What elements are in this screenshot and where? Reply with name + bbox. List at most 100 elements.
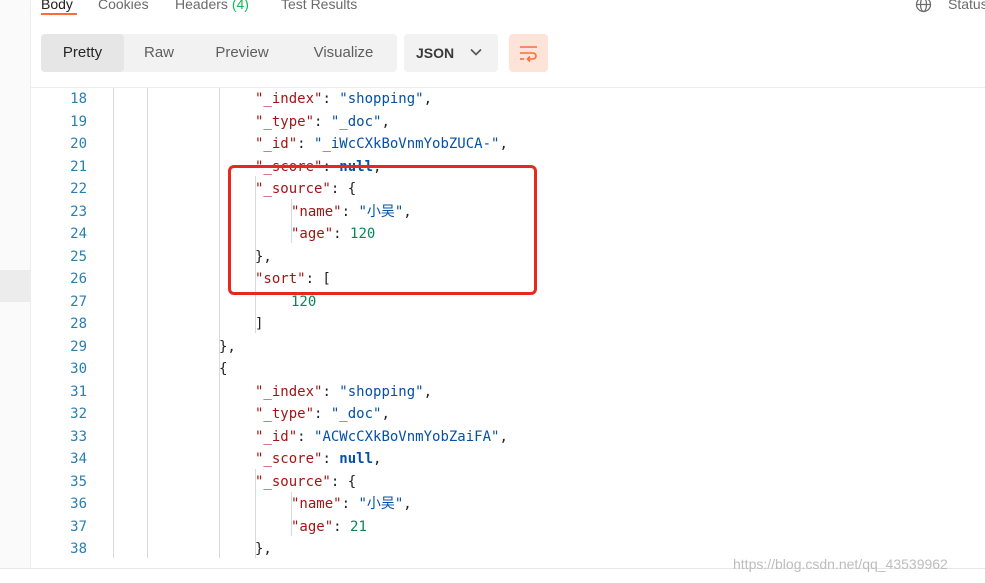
tab-headers-label: Headers <box>175 0 228 12</box>
code-text: "_type": "_doc", <box>255 403 390 426</box>
line-number: 36 <box>70 496 87 512</box>
view-mode-selector: Pretty Raw Preview Visualize <box>41 34 397 72</box>
tab-test-results[interactable]: Test Results <box>281 0 357 12</box>
json-punctuation: : <box>322 383 340 400</box>
json-string: "_doc" <box>330 113 382 130</box>
code-line: 20 "_id": "_iWcCXkBoVnmYobZUCA-", <box>31 133 985 156</box>
code-text: "name": "小吴", <box>291 493 412 516</box>
code-line: 33 "_id": "ACWcCXkBoVnmYobZaiFA", <box>31 426 985 449</box>
tab-body[interactable]: Body <box>41 0 73 12</box>
json-punctuation: , <box>373 451 382 467</box>
json-punctuation: , <box>381 406 390 422</box>
headers-count-badge: (4) <box>231 0 249 12</box>
json-punctuation: : <box>333 518 351 535</box>
line-number: 30 <box>70 361 87 377</box>
json-number: 21 <box>350 518 367 535</box>
code-line: 18 "_index": "shopping", <box>31 88 985 111</box>
json-string: "shopping" <box>339 383 424 400</box>
response-status-label: Status <box>948 0 985 12</box>
json-key: "_index" <box>255 91 323 107</box>
code-line: 35 "_source": { <box>31 471 985 494</box>
line-number: 35 <box>70 473 87 490</box>
red-highlight-box <box>228 165 537 295</box>
json-key: "_type" <box>255 113 315 130</box>
code-text: { <box>219 358 227 381</box>
line-number: 22 <box>70 181 87 197</box>
code-line: 32 "_type": "_doc", <box>31 403 985 426</box>
json-punctuation: : <box>314 113 331 130</box>
code-line: 28] <box>31 313 985 336</box>
tab-headers[interactable]: Headers (4) <box>175 0 249 12</box>
wrap-lines-button[interactable] <box>509 34 548 72</box>
json-punctuation: : <box>314 406 331 422</box>
json-string: "shopping" <box>339 91 424 107</box>
tab-cookies[interactable]: Cookies <box>98 0 149 12</box>
code-line: 29}, <box>31 336 985 359</box>
sidebar-selected-marker <box>0 270 31 302</box>
json-punctuation: , <box>403 496 412 512</box>
view-preview-button[interactable]: Preview <box>194 34 290 72</box>
code-line: 37 "age": 21 <box>31 516 985 539</box>
code-line: 31 "_index": "shopping", <box>31 381 985 404</box>
code-text: "_index": "shopping", <box>255 88 432 111</box>
line-number: 38 <box>70 541 87 557</box>
line-number: 27 <box>70 293 87 310</box>
code-text: "_type": "_doc", <box>255 111 390 134</box>
json-punctuation: : <box>297 136 315 152</box>
code-text: "_id": "ACWcCXkBoVnmYobZaiFA", <box>255 426 508 449</box>
json-punctuation: , <box>423 91 433 107</box>
line-number: 25 <box>70 248 87 265</box>
json-key: "age" <box>291 518 334 535</box>
view-pretty-button[interactable]: Pretty <box>41 34 124 72</box>
json-keyword: null <box>339 451 374 467</box>
code-line: 30 { <box>31 358 985 381</box>
format-dropdown-value: JSON <box>416 45 455 61</box>
json-punctuation: { <box>219 361 228 377</box>
json-punctuation: : <box>341 496 359 512</box>
view-visualize-button[interactable]: Visualize <box>290 34 397 72</box>
globe-icon[interactable] <box>915 0 932 13</box>
code-text: "_id": "_iWcCXkBoVnmYobZUCA-", <box>255 133 508 156</box>
json-punctuation: , <box>499 428 508 445</box>
code-text: }, <box>219 336 236 359</box>
active-tab-indicator <box>41 13 77 15</box>
json-key: "name" <box>291 496 342 512</box>
json-number: 120 <box>291 293 317 310</box>
json-punctuation: : <box>322 91 340 107</box>
line-number: 32 <box>70 406 87 422</box>
json-string: "ACWcCXkBoVnmYobZaiFA" <box>314 428 500 445</box>
json-punctuation: , <box>381 113 390 130</box>
line-number: 18 <box>70 91 87 107</box>
json-key: "_index" <box>255 383 323 400</box>
json-response-viewer[interactable]: 18 "_index": "shopping", 19 "_type": "_doc"… <box>31 88 985 560</box>
json-key: "_id" <box>255 428 298 445</box>
json-punctuation: : <box>322 451 340 467</box>
code-text: "_source": { <box>255 471 356 494</box>
json-key: "_source" <box>255 473 331 490</box>
line-number: 28 <box>70 316 87 332</box>
code-line: 36 "name": "小吴", <box>31 493 985 516</box>
line-number: 21 <box>70 158 87 175</box>
code-text: "age": 21 <box>291 516 367 539</box>
view-raw-button[interactable]: Raw <box>124 34 194 72</box>
json-punctuation: }, <box>255 541 272 557</box>
wrap-lines-icon <box>520 46 537 63</box>
code-text: }, <box>255 538 272 560</box>
json-string: "_iWcCXkBoVnmYobZUCA-" <box>314 136 500 152</box>
left-sidebar-gutter <box>0 0 31 568</box>
response-tabs: Body Cookies Headers (4) Test Results St… <box>31 0 985 16</box>
line-number: 33 <box>70 428 87 445</box>
line-number: 20 <box>70 136 87 152</box>
watermark-text: https://blog.csdn.net/qq_43539962 <box>733 556 948 572</box>
json-string: "_doc" <box>330 406 382 422</box>
line-number: 24 <box>70 226 87 242</box>
format-dropdown[interactable]: JSON <box>404 34 498 72</box>
json-key: "_score" <box>255 451 323 467</box>
line-number: 31 <box>70 383 87 400</box>
json-string: "小吴" <box>358 496 404 512</box>
code-text: "_index": "shopping", <box>255 381 432 404</box>
json-punctuation: : <box>297 428 315 445</box>
code-text: ] <box>255 313 263 336</box>
line-number: 26 <box>70 271 87 287</box>
line-number: 29 <box>70 338 87 355</box>
